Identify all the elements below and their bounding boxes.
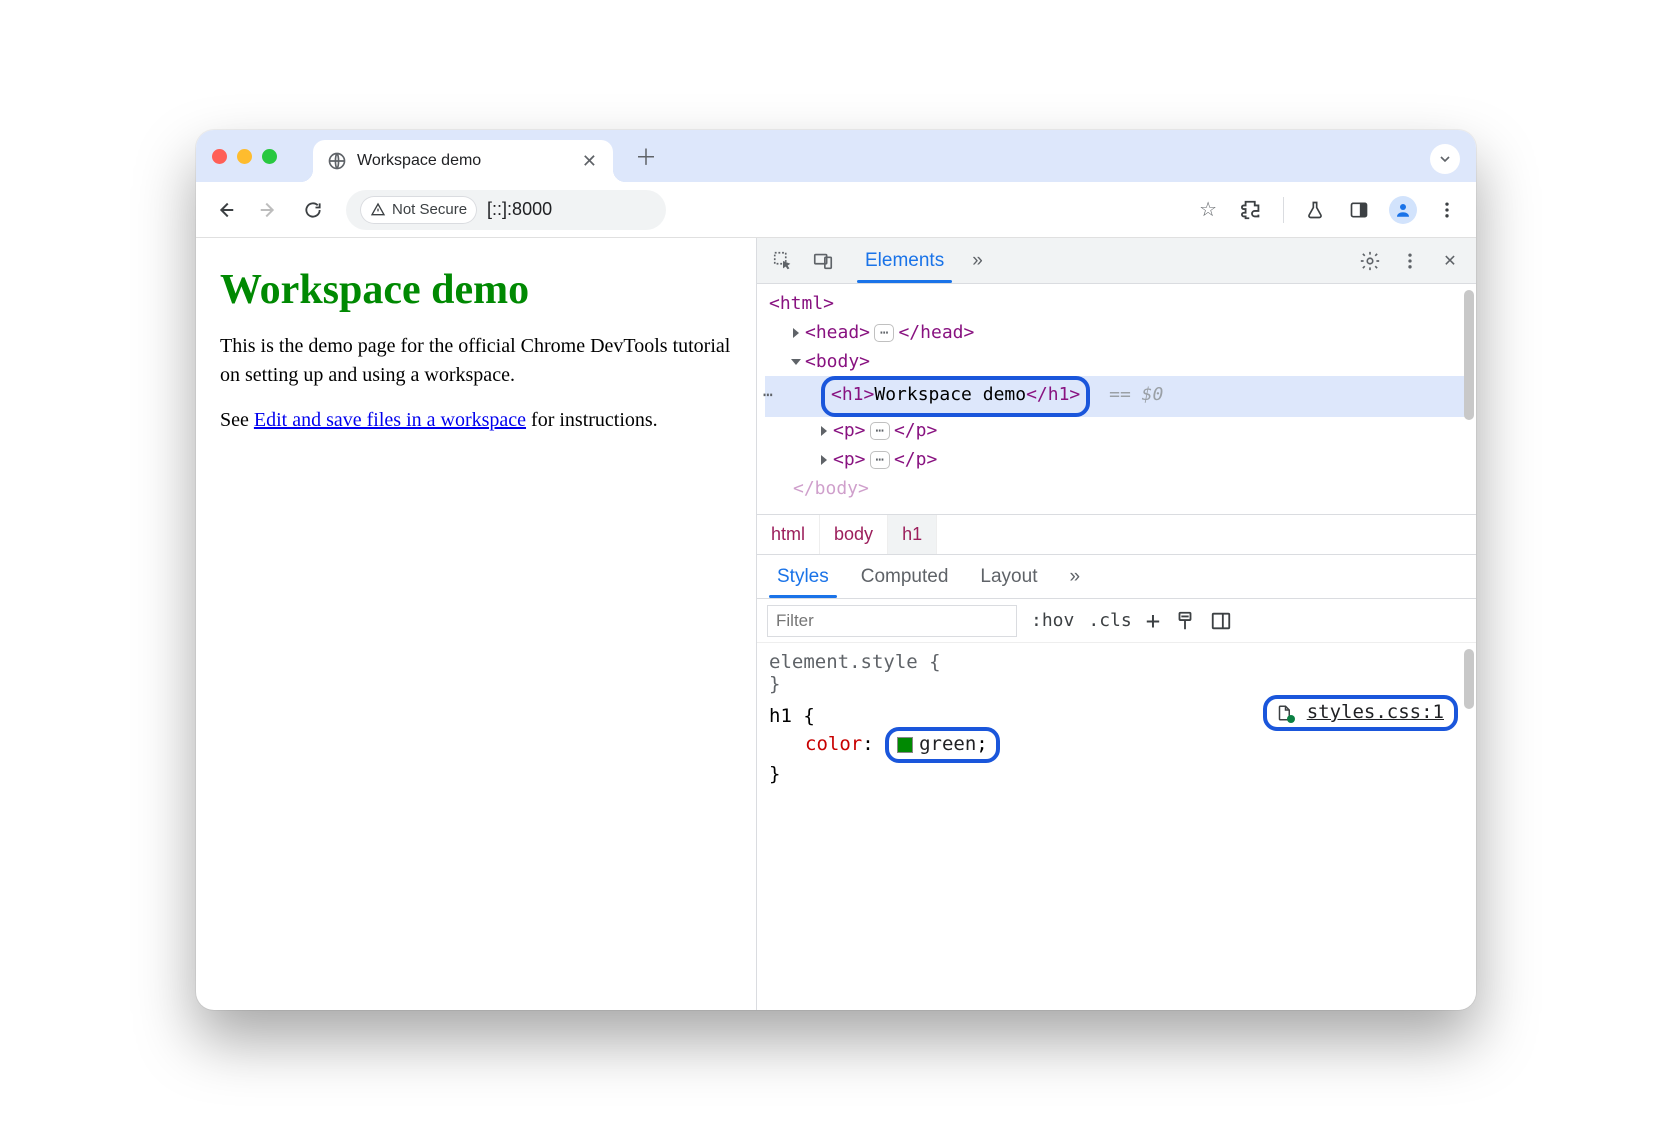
- p2-prefix: See: [220, 409, 254, 431]
- profile-avatar[interactable]: [1384, 191, 1422, 229]
- device-toggle-icon[interactable]: [805, 243, 841, 279]
- tab-strip: Workspace demo ✕ ＋: [196, 130, 1476, 182]
- styles-rules[interactable]: element.style { } h1 { color: green; }: [757, 643, 1476, 1010]
- ellipsis-badge[interactable]: ⋯: [874, 324, 894, 342]
- devtools-panel: Elements » ✕ <html> <head>⋯</head> <body…: [756, 238, 1476, 1010]
- gutter-ellipsis-icon[interactable]: ⋯: [763, 382, 773, 408]
- console-ref: == $0: [1109, 384, 1163, 405]
- close-tab-button[interactable]: ✕: [578, 149, 601, 174]
- back-button[interactable]: [206, 191, 244, 229]
- window-controls: [208, 149, 285, 164]
- browser-toolbar: Not Secure [::]:8000 ☆: [196, 182, 1476, 238]
- tree-row-head[interactable]: <head>⋯</head>: [765, 319, 1468, 348]
- close-devtools-icon[interactable]: ✕: [1432, 243, 1468, 279]
- paint-flash-icon[interactable]: [1174, 610, 1196, 632]
- extensions-icon[interactable]: [1233, 191, 1271, 229]
- styles-scrollbar[interactable]: [1462, 643, 1476, 1010]
- labs-icon[interactable]: [1296, 191, 1334, 229]
- close-window-button[interactable]: [212, 149, 227, 164]
- crumb-html[interactable]: html: [757, 515, 820, 554]
- dom-breadcrumb: html body h1: [757, 514, 1476, 554]
- content-area: Workspace demo This is the demo page for…: [196, 238, 1476, 1010]
- p2-suffix: for instructions.: [526, 409, 658, 431]
- devtools-kebab-icon[interactable]: [1392, 243, 1428, 279]
- tab-elements[interactable]: Elements: [851, 238, 958, 283]
- source-file-link[interactable]: styles.css:1: [1307, 701, 1444, 723]
- cls-toggle[interactable]: .cls: [1088, 610, 1131, 631]
- tab-search-button[interactable]: [1430, 144, 1460, 174]
- url-text: [::]:8000: [487, 199, 552, 220]
- side-panel-icon[interactable]: [1340, 191, 1378, 229]
- tree-row-p1[interactable]: <p>⋯</p>: [765, 417, 1468, 446]
- styles-subtabs: Styles Computed Layout »: [757, 555, 1476, 599]
- browser-tab[interactable]: Workspace demo ✕: [313, 140, 613, 182]
- devtools-toolbar: Elements » ✕: [757, 238, 1476, 284]
- rule-source-link[interactable]: styles.css:1: [1263, 695, 1458, 731]
- toolbar-divider: [1283, 197, 1284, 223]
- crumb-body[interactable]: body: [820, 515, 888, 554]
- globe-icon: [327, 151, 347, 171]
- reload-button[interactable]: [294, 191, 332, 229]
- tree-row-html[interactable]: <html>: [765, 290, 1468, 319]
- new-tab-button[interactable]: ＋: [629, 139, 663, 173]
- page-paragraph-2: See Edit and save files in a workspace f…: [220, 406, 732, 435]
- highlight-color-value: green;: [885, 727, 1000, 763]
- subtab-computed[interactable]: Computed: [845, 555, 965, 598]
- ellipsis-badge[interactable]: ⋯: [870, 422, 890, 440]
- chevron-right-icon[interactable]: [821, 426, 827, 436]
- bookmark-star-icon[interactable]: ☆: [1189, 197, 1227, 222]
- tree-row-body-close[interactable]: </body>: [765, 475, 1468, 504]
- minimize-window-button[interactable]: [237, 149, 252, 164]
- tab-title: Workspace demo: [357, 152, 578, 170]
- styles-subpanel: Styles Computed Layout » :hov .cls +: [757, 554, 1476, 1010]
- inspect-element-icon[interactable]: [765, 243, 801, 279]
- address-bar[interactable]: Not Secure [::]:8000: [346, 190, 666, 230]
- kebab-menu-icon[interactable]: [1428, 191, 1466, 229]
- crumb-h1[interactable]: h1: [888, 515, 937, 554]
- devtools-tabstrip: Elements »: [851, 238, 997, 283]
- css-property[interactable]: color: [805, 733, 862, 755]
- forward-button[interactable]: [250, 191, 288, 229]
- page-paragraph-1: This is the demo page for the official C…: [220, 332, 732, 390]
- hov-toggle[interactable]: :hov: [1031, 610, 1074, 631]
- workspace-tutorial-link[interactable]: Edit and save files in a workspace: [254, 409, 526, 431]
- css-value[interactable]: green: [919, 733, 976, 755]
- styles-toolbar: :hov .cls +: [757, 599, 1476, 643]
- new-style-rule-icon[interactable]: +: [1146, 607, 1160, 635]
- tree-row-h1-selected[interactable]: ⋯ <h1>Workspace demo</h1> == $0: [765, 376, 1468, 417]
- tree-row-body[interactable]: <body>: [765, 348, 1468, 377]
- subtab-overflow-icon[interactable]: »: [1053, 555, 1096, 598]
- ellipsis-badge[interactable]: ⋯: [870, 451, 890, 469]
- security-chip[interactable]: Not Secure: [360, 196, 477, 224]
- chrome-window: Workspace demo ✕ ＋ Not Secure [::]:8000 …: [196, 130, 1476, 1010]
- computed-panel-toggle-icon[interactable]: [1210, 610, 1232, 632]
- rendered-page: Workspace demo This is the demo page for…: [196, 238, 756, 1010]
- tab-overflow-icon[interactable]: »: [958, 238, 997, 283]
- chevron-down-icon[interactable]: [791, 359, 801, 365]
- elements-scrollbar[interactable]: [1462, 290, 1476, 490]
- elements-tree[interactable]: <html> <head>⋯</head> <body> ⋯ <h1>Works…: [757, 284, 1476, 514]
- color-swatch-icon[interactable]: [897, 737, 913, 753]
- subtab-styles[interactable]: Styles: [761, 555, 845, 598]
- maximize-window-button[interactable]: [262, 149, 277, 164]
- gear-icon[interactable]: [1352, 243, 1388, 279]
- subtab-layout[interactable]: Layout: [964, 555, 1053, 598]
- styles-filter-input[interactable]: [767, 605, 1017, 637]
- chevron-right-icon[interactable]: [793, 328, 799, 338]
- chevron-right-icon[interactable]: [821, 455, 827, 465]
- security-label: Not Secure: [392, 201, 467, 218]
- tree-row-p2[interactable]: <p>⋯</p>: [765, 446, 1468, 475]
- page-heading: Workspace demo: [220, 266, 732, 314]
- highlight-h1: <h1>Workspace demo</h1>: [821, 376, 1090, 417]
- rule-element-style[interactable]: element.style { }: [769, 651, 1464, 695]
